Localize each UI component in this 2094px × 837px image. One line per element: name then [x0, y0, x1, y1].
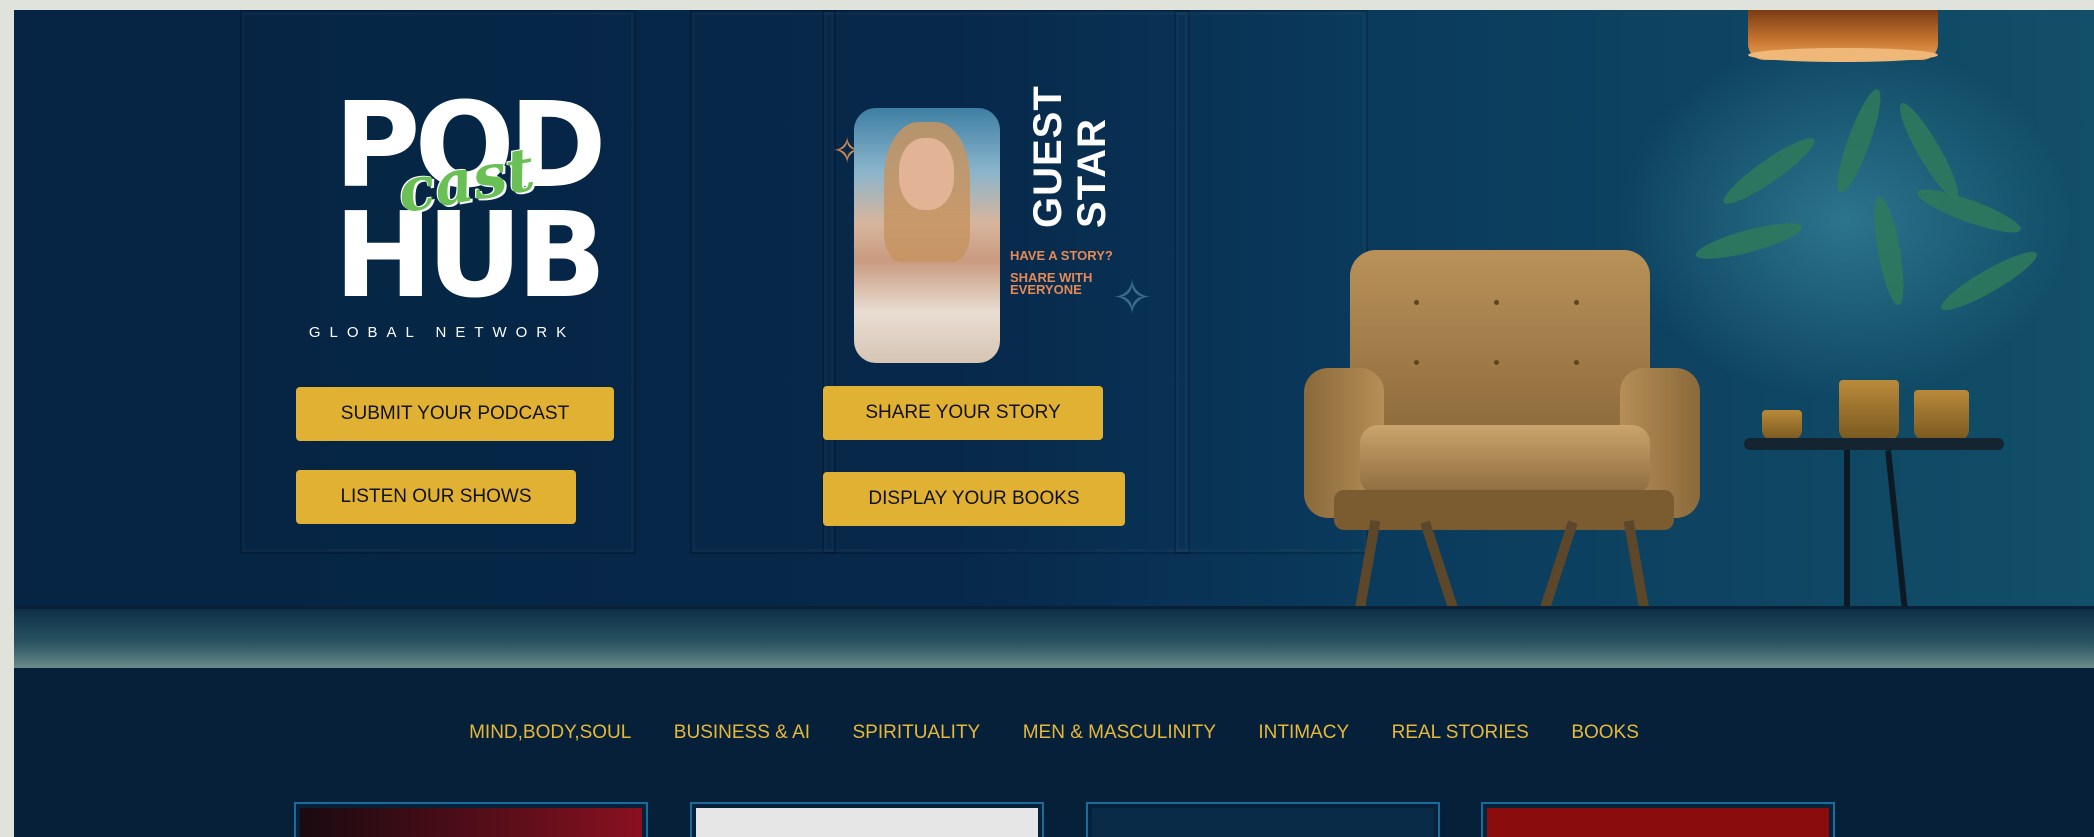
- wall-panel: [690, 10, 836, 554]
- table-leg: [1885, 450, 1909, 620]
- hero-banner: POD HUB cast GLOBAL NETWORK SUBMIT YOUR …: [14, 10, 2094, 668]
- nav-item-books[interactable]: BOOKS: [1571, 722, 1639, 744]
- display-books-button[interactable]: DISPLAY YOUR BOOKS: [823, 472, 1125, 526]
- submit-podcast-button[interactable]: SUBMIT YOUR PODCAST: [296, 387, 614, 441]
- show-card[interactable]: [1481, 802, 1835, 837]
- lamp-rim: [1748, 48, 1938, 62]
- side-table: [1744, 438, 2004, 450]
- guest-tagline-question: HAVE A STORY?: [1010, 248, 1113, 263]
- nav-item-spirituality[interactable]: SPIRITUALITY: [852, 722, 980, 744]
- guest-star-card[interactable]: ✧ ✧ GUEST STAR HAVE A STORY? SHARE WITH …: [832, 85, 1164, 370]
- nav-item-real-stories[interactable]: REAL STORIES: [1392, 722, 1529, 744]
- nav-item-intimacy[interactable]: INTIMACY: [1258, 722, 1349, 744]
- page: POD HUB cast GLOBAL NETWORK SUBMIT YOUR …: [14, 10, 2094, 837]
- guest-photo: [854, 108, 1000, 363]
- guest-tagline-share: SHARE WITH EVERYONE: [1010, 270, 1093, 297]
- share-story-button[interactable]: SHARE YOUR STORY: [823, 386, 1103, 440]
- floor-divider: [14, 606, 2094, 609]
- category-nav: MIND,BODY,SOUL BUSINESS & AI SPIRITUALIT…: [14, 722, 2094, 762]
- show-card[interactable]: [690, 802, 1044, 837]
- floor: [14, 606, 2094, 668]
- guest-star-title: GUEST STAR: [1026, 85, 1126, 240]
- show-card[interactable]: [1086, 802, 1440, 837]
- nav-item-mind-body-soul[interactable]: MIND,BODY,SOUL: [469, 722, 631, 744]
- logo-subtitle: GLOBAL NETWORK: [308, 324, 576, 341]
- guest-title-line2: STAR: [1070, 118, 1114, 228]
- nav-item-business-ai[interactable]: BUSINESS & AI: [674, 722, 810, 744]
- listen-shows-button[interactable]: LISTEN OUR SHOWS: [296, 470, 576, 524]
- podcast-hub-logo[interactable]: POD HUB cast GLOBAL NETWORK: [309, 86, 607, 356]
- armchair: [1304, 240, 1744, 650]
- nav-item-men-masculinity[interactable]: MEN & MASCULINITY: [1023, 722, 1216, 744]
- table-leg: [1844, 450, 1850, 620]
- sparkle-icon: ✧: [1112, 272, 1153, 325]
- show-card[interactable]: [294, 802, 648, 837]
- guest-title-line1: GUEST: [1026, 85, 1070, 228]
